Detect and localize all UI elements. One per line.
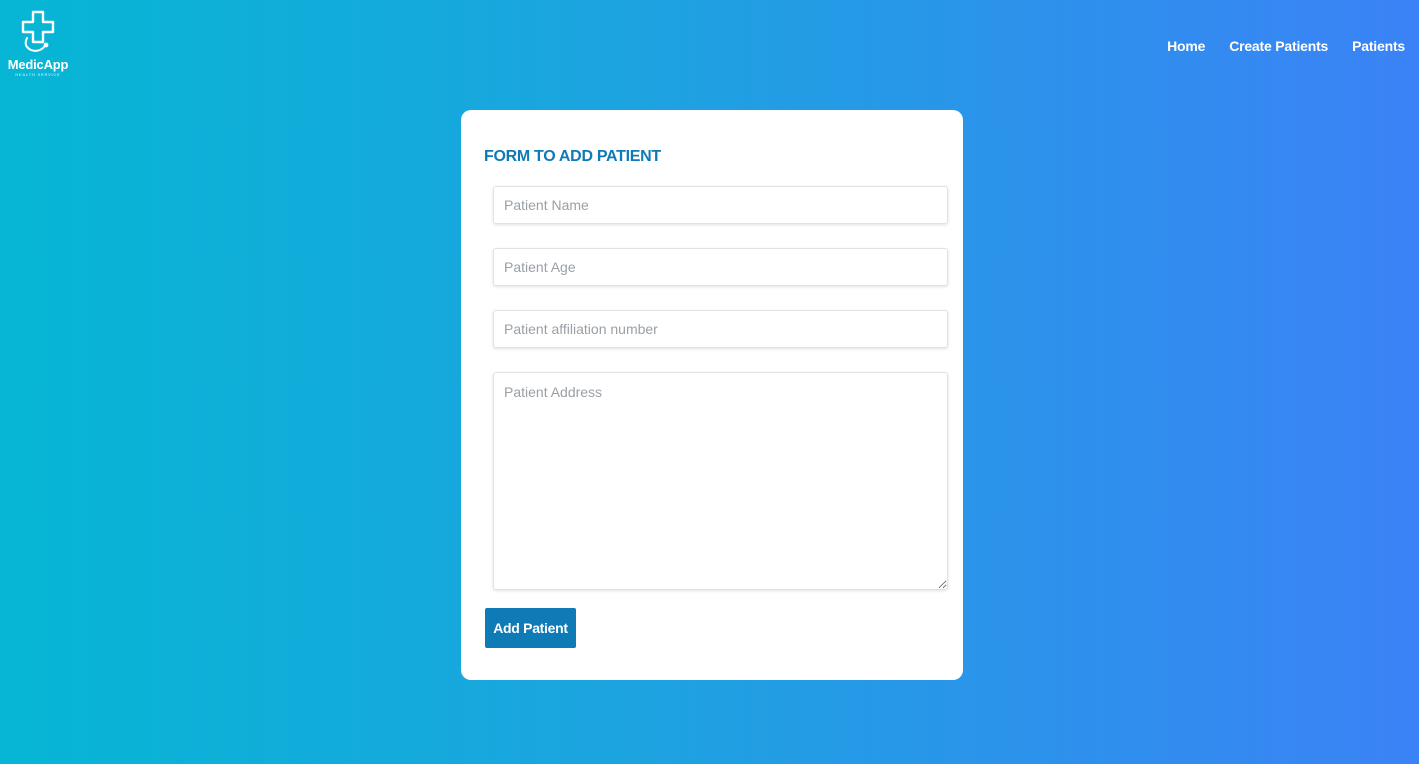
medical-cross-stethoscope-icon <box>21 10 55 52</box>
patient-address-textarea[interactable] <box>493 372 948 590</box>
add-patient-button[interactable]: Add Patient <box>485 608 576 648</box>
nav-create-patients-link[interactable]: Create Patients <box>1229 38 1328 54</box>
patient-age-input[interactable] <box>493 248 948 286</box>
nav-patients-link[interactable]: Patients <box>1352 38 1405 54</box>
brand-logo[interactable]: MedicApp HEALTH SERVICE <box>8 8 68 82</box>
form-title: FORM TO ADD PATIENT <box>484 148 661 165</box>
patient-name-input[interactable] <box>493 186 948 224</box>
brand-name: MedicApp <box>7 57 69 72</box>
add-patient-form: FORM TO ADD PATIENT Add Patient <box>461 110 963 680</box>
brand-tagline: HEALTH SERVICE <box>15 72 61 77</box>
nav-home-link[interactable]: Home <box>1167 38 1205 54</box>
top-nav: Home Create Patients Patients <box>1167 38 1405 54</box>
patient-affiliation-number-input[interactable] <box>493 310 948 348</box>
